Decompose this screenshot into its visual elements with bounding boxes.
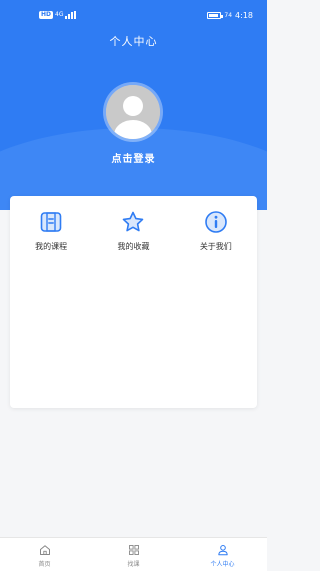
battery-icon	[207, 12, 224, 19]
menu-label-about: 关于我们	[199, 242, 232, 251]
bottom-tab-bar: 首页 找课 个人中心	[0, 537, 267, 571]
status-time: 4:18	[235, 11, 253, 20]
info-icon	[205, 211, 227, 233]
tab-label-home: 首页	[38, 561, 51, 568]
avatar[interactable]	[103, 82, 163, 142]
login-link[interactable]: 点击登录	[0, 150, 267, 165]
page-title: 个人中心	[109, 35, 158, 48]
signal-icon	[65, 11, 77, 19]
status-left: HD 4G	[39, 11, 77, 19]
tab-profile[interactable]: 个人中心	[178, 538, 267, 571]
status-right: 74 4:18	[207, 11, 253, 20]
battery-level: 74	[224, 12, 233, 19]
menu-label-courses: 我的课程	[35, 242, 68, 251]
sim-badge: HD	[39, 11, 54, 19]
person-icon	[217, 545, 228, 556]
star-icon	[123, 211, 144, 232]
course-book-icon	[40, 212, 62, 232]
home-icon	[39, 545, 50, 555]
tab-label-profile: 个人中心	[210, 561, 235, 568]
tab-label-find-course: 找课	[127, 561, 140, 568]
menu-row: 我的课程 我的收藏 关于我们	[10, 210, 257, 252]
menu-item-about[interactable]: 关于我们	[175, 210, 257, 252]
menu-card: 我的课程 我的收藏 关于我们	[10, 196, 257, 408]
tab-find-course[interactable]: 找课	[89, 538, 178, 571]
tab-home[interactable]: 首页	[0, 538, 89, 571]
status-bar: HD 4G 74 4:18	[0, 0, 267, 30]
network-type: 4G	[55, 11, 64, 18]
menu-item-courses[interactable]: 我的课程	[10, 210, 92, 252]
grid-icon	[128, 545, 139, 555]
menu-label-favorites: 我的收藏	[117, 242, 150, 251]
default-avatar-icon	[106, 85, 160, 139]
menu-item-favorites[interactable]: 我的收藏	[92, 210, 174, 252]
profile-header: HD 4G 74 4:18 个人中心 点击登录	[0, 0, 267, 210]
